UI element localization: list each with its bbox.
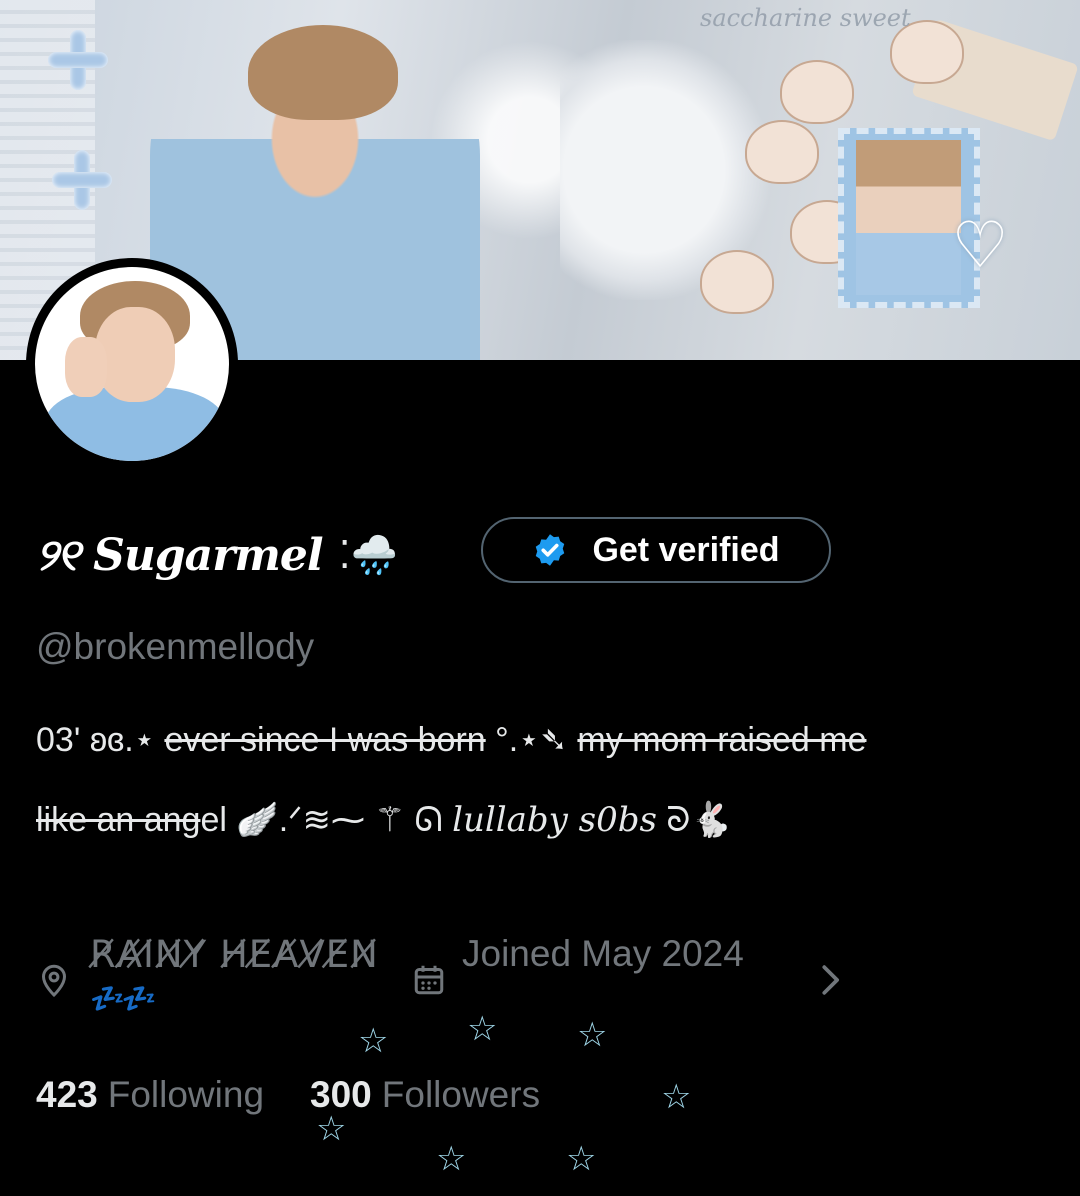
- bunny-sticker: [700, 250, 774, 314]
- get-verified-label: Get verified: [592, 530, 780, 569]
- bio-text: el 🪽.ᐟ≋⁓ ⚚ ᘏ: [200, 801, 453, 839]
- bio-line-2: like an angel 🪽.ᐟ≋⁓ ⚚ ᘏ lullaby s0bs ᘐ🐇: [36, 800, 733, 840]
- bio-strikethrough-text: like an ang: [36, 801, 201, 839]
- bio-line-1: 03' ʚɞ.⋆ ever since I was born °.⋆➴ my m…: [36, 720, 866, 760]
- bio-script-text: lullaby s0bs: [452, 800, 657, 840]
- joined-date: Joined May 2024: [462, 933, 744, 974]
- avatar[interactable]: [26, 258, 238, 470]
- banner-cross-decoration: [48, 30, 108, 90]
- user-handle: @brokenmellody: [36, 626, 315, 667]
- profile-location: R̸A̸I̸N̸Y̸ H̸E̸A̸V̸E̸N̸: [90, 933, 379, 976]
- verified-badge-icon: [536, 534, 565, 566]
- calendar-icon: [414, 965, 444, 995]
- bio-strikethrough-text: ever since I was born: [164, 721, 486, 759]
- bio-text: °.⋆➴: [485, 721, 578, 759]
- bunny-sticker: [745, 120, 819, 184]
- chevron-right-icon[interactable]: [815, 960, 845, 1000]
- sleep-emoji: 💤💤: [90, 983, 157, 1014]
- followers-label: Followers: [381, 1074, 541, 1115]
- name-row: ୨୧ Sugarmel ⁚🌧️: [36, 520, 398, 590]
- banner-cross-decoration: [52, 150, 112, 210]
- star-decoration: ☆: [316, 1110, 347, 1148]
- bio-text: 03' ʚɞ.⋆: [36, 721, 165, 759]
- heart-clef-icon: ♡: [951, 209, 1009, 281]
- display-name: ୨୧ Sugarmel: [36, 529, 324, 581]
- avatar-image: [35, 267, 229, 461]
- bio-strikethrough-text: my mom raised me: [577, 721, 867, 759]
- get-verified-button[interactable]: Get verified: [481, 517, 831, 583]
- location-pin-icon: [41, 964, 67, 998]
- star-decoration: ☆: [566, 1140, 597, 1178]
- star-decoration: ☆: [436, 1140, 467, 1178]
- following-label: Following: [107, 1074, 265, 1115]
- following-count: 423: [36, 1074, 98, 1115]
- avatar-hand: [65, 337, 107, 397]
- star-decoration: ☆: [467, 1010, 498, 1048]
- star-decoration: ☆: [661, 1078, 692, 1116]
- banner-figure-hair: [248, 25, 398, 120]
- bio-text: ᘐ🐇: [656, 801, 733, 839]
- followers-count: 300: [310, 1074, 372, 1115]
- star-decoration: ☆: [577, 1016, 608, 1054]
- rain-cloud-emoji: ⁚🌧️: [338, 534, 399, 577]
- avatar-face: [95, 307, 175, 402]
- star-decoration: ☆: [358, 1022, 389, 1060]
- following-link[interactable]: 423 Following: [36, 1074, 264, 1116]
- banner-watermark: saccharine sweet: [700, 4, 911, 32]
- follow-stats: 423 Following 300 Followers: [36, 1074, 540, 1116]
- bunny-sticker: [780, 60, 854, 124]
